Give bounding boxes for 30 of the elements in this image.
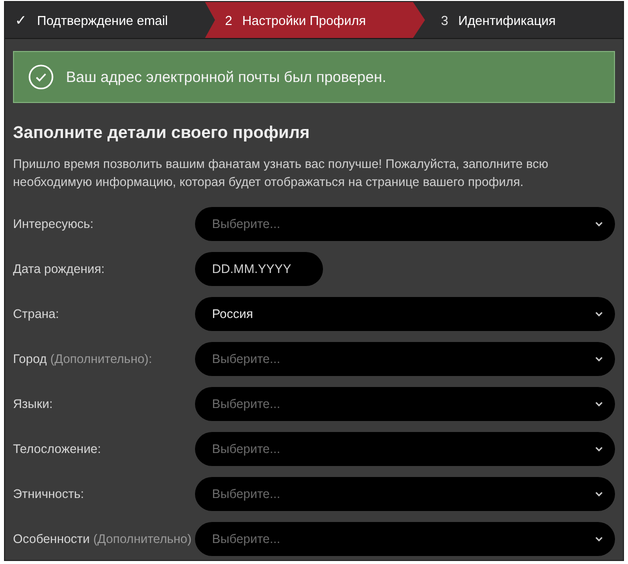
field-label: Дата рождения: bbox=[13, 262, 106, 276]
chevron-down-icon bbox=[595, 490, 603, 496]
alert-text: Ваш адрес электронной почты был проверен. bbox=[66, 68, 386, 86]
chevron-down-icon bbox=[595, 310, 603, 316]
wizard-step[interactable]: ✓ Подтверждение email bbox=[5, 2, 205, 38]
date-field[interactable]: DD.MM.YYYY bbox=[195, 252, 323, 286]
field-label: Языки: bbox=[13, 396, 54, 410]
field-label: Страна: bbox=[13, 306, 60, 320]
dropdown-field[interactable]: Выберите... bbox=[195, 386, 615, 420]
field-label: Особенности (Дополнительно) bbox=[13, 532, 193, 546]
field-label: Телосложение: bbox=[13, 442, 102, 456]
field-label: Этничность: bbox=[13, 486, 85, 500]
dropdown-field[interactable]: Выберите... bbox=[195, 476, 615, 510]
wizard-step[interactable]: 2 Настройки Профиля bbox=[205, 2, 425, 38]
chevron-down-icon bbox=[595, 356, 603, 362]
check-circle-icon bbox=[28, 64, 54, 90]
chevron-down-icon bbox=[595, 536, 603, 542]
dropdown-field[interactable]: Выберите... bbox=[195, 432, 615, 466]
dropdown-field[interactable]: Выберите... bbox=[195, 342, 615, 376]
field-label: Интересуюсь: bbox=[13, 216, 94, 230]
dropdown-field[interactable]: Выберите... bbox=[195, 206, 615, 240]
dropdown-field[interactable]: Россия bbox=[195, 296, 615, 330]
dropdown-field[interactable]: Выберите... bbox=[195, 522, 615, 556]
chevron-down-icon bbox=[595, 220, 603, 226]
field-label: Город (Дополнительно): bbox=[13, 352, 154, 366]
section-heading: Заполните детали своего профиля bbox=[13, 123, 311, 143]
wizard-step[interactable]: 3 Идентификация bbox=[425, 2, 623, 38]
intro-text: Пришло время позволить вашим фанатам узнать вас получше! Пожалуйста, заполните всю необходимую информацию, которая будет отображаться на странице вашего профиля. bbox=[13, 156, 550, 191]
chevron-down-icon bbox=[595, 446, 603, 452]
chevron-down-icon bbox=[595, 400, 603, 406]
